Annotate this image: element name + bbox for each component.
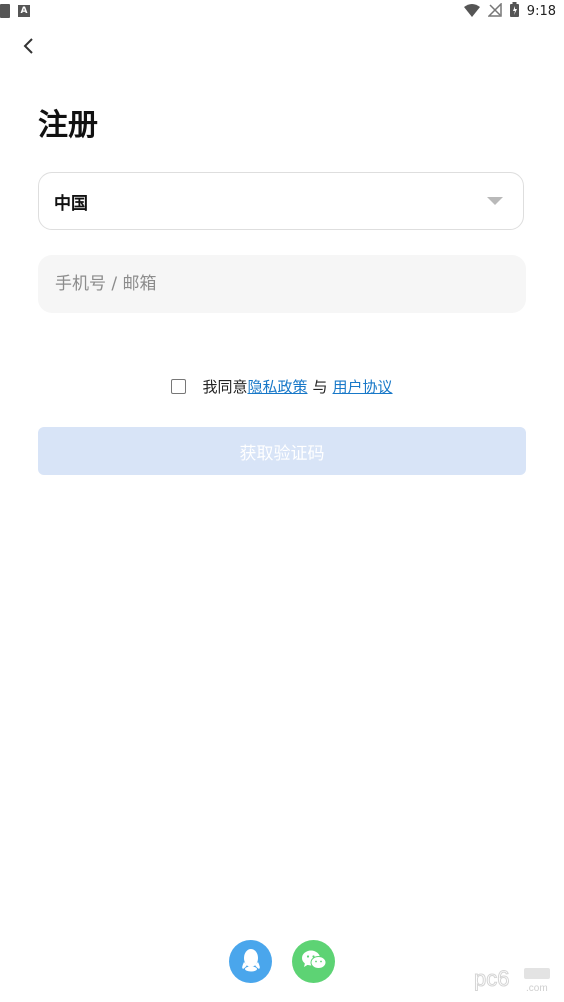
agreement-prefix: 我同意 xyxy=(202,378,248,396)
privacy-policy-link[interactable]: 隐私政策 xyxy=(247,376,307,397)
svg-text:.com: .com xyxy=(526,983,548,994)
dropdown-arrow-icon xyxy=(487,197,503,205)
no-signal-icon xyxy=(486,2,502,21)
agreement-row: 我同意 隐私政策 与 用户协议 xyxy=(0,376,564,397)
get-verification-code-button[interactable]: 获取验证码 xyxy=(38,427,526,475)
wifi-icon xyxy=(463,2,480,21)
pc6-watermark-logo: pc6 .com xyxy=(474,964,554,994)
wechat-login-button[interactable] xyxy=(292,940,335,983)
qq-icon xyxy=(241,948,261,976)
page-title: 注册 xyxy=(38,108,98,143)
status-bar: A 9:18 xyxy=(0,0,564,24)
agree-checkbox[interactable] xyxy=(171,379,187,394)
back-button[interactable] xyxy=(16,36,40,60)
terms-link[interactable]: 用户协议 xyxy=(333,376,393,397)
country-selector[interactable]: 中国 xyxy=(38,172,524,230)
country-label: 中国 xyxy=(54,193,88,214)
agreement-conjunction: 与 xyxy=(312,378,328,396)
a-notification-icon: A xyxy=(18,5,30,17)
sim-card-icon xyxy=(0,4,10,18)
battery-icon xyxy=(509,2,519,21)
svg-text:pc6: pc6 xyxy=(474,966,509,991)
chevron-left-icon xyxy=(22,37,34,59)
status-time: 9:18 xyxy=(526,4,556,19)
phone-email-input[interactable] xyxy=(53,273,511,295)
phone-email-field[interactable] xyxy=(38,255,526,313)
qq-login-button[interactable] xyxy=(229,940,272,983)
wechat-icon xyxy=(301,949,327,975)
